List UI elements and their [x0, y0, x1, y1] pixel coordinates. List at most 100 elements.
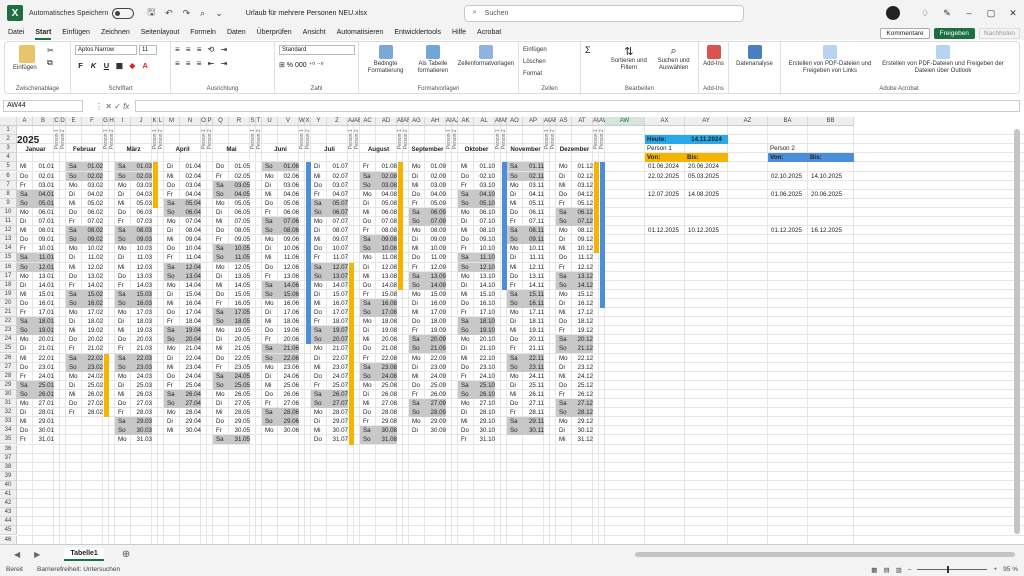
date-cell[interactable]: 16.12: [572, 299, 593, 308]
row-header[interactable]: 13: [0, 235, 17, 245]
day-name-cell[interactable]: Mi: [213, 217, 229, 226]
day-name-cell[interactable]: Fr: [360, 354, 376, 363]
day-name-cell[interactable]: Mi: [164, 299, 180, 308]
row-header[interactable]: 26: [0, 353, 17, 363]
day-name-cell[interactable]: So: [17, 262, 33, 272]
day-name-cell[interactable]: Do: [409, 190, 425, 199]
today-value[interactable]: 14.11.2024: [685, 135, 728, 145]
date-cell[interactable]: 18.09: [425, 317, 446, 326]
date-cell[interactable]: 15.08: [376, 290, 397, 299]
date-cell[interactable]: 13.02: [82, 272, 103, 281]
day-name-cell[interactable]: Mo: [311, 408, 327, 417]
von-value[interactable]: [645, 199, 689, 208]
date-cell[interactable]: 27.08: [376, 399, 397, 408]
font-name-select[interactable]: Aptos Narrow: [75, 45, 137, 55]
day-name-cell[interactable]: Mo: [556, 290, 572, 299]
date-cell[interactable]: 05.12: [572, 199, 593, 208]
tab-hilfe[interactable]: Hilfe: [452, 27, 466, 40]
day-name-cell[interactable]: So: [115, 235, 131, 245]
date-cell[interactable]: 02.08: [376, 171, 397, 181]
von-value[interactable]: 02.10.2025: [768, 172, 812, 181]
day-name-cell[interactable]: Mi: [360, 399, 376, 408]
date-cell[interactable]: 11.08: [376, 253, 397, 262]
day-name-cell[interactable]: Mo: [556, 354, 572, 363]
day-name-cell[interactable]: Mo: [115, 308, 131, 317]
day-name-cell[interactable]: Mi: [409, 181, 425, 190]
date-cell[interactable]: 12.12: [572, 263, 593, 272]
date-cell[interactable]: 06.12: [572, 207, 593, 217]
date-cell[interactable]: 02.05: [229, 172, 250, 181]
row-header[interactable]: 44: [0, 517, 17, 527]
day-name-cell[interactable]: Do: [213, 290, 229, 299]
delete-cells-button[interactable]: Löschen: [523, 59, 576, 66]
close-icon[interactable]: ✕: [1002, 8, 1024, 19]
day-name-cell[interactable]: Do: [17, 363, 33, 372]
day-name-cell[interactable]: Fr: [360, 417, 376, 426]
date-cell[interactable]: 27.06: [278, 399, 299, 408]
day-name-cell[interactable]: Mo: [507, 244, 523, 253]
day-name-cell[interactable]: Sa: [409, 207, 425, 217]
day-name-cell[interactable]: So: [409, 217, 425, 226]
autosave-toggle[interactable]: [112, 7, 135, 19]
row-header[interactable]: 31: [0, 399, 17, 408]
date-cell[interactable]: 18.10: [474, 317, 495, 327]
day-name-cell[interactable]: Mi: [17, 354, 33, 363]
formula-input[interactable]: [135, 100, 1020, 112]
day-name-cell[interactable]: Mi: [409, 244, 425, 253]
day-name-cell[interactable]: Di: [17, 281, 33, 290]
date-cell[interactable]: 20.11: [523, 335, 544, 344]
month-header[interactable]: Januar: [17, 145, 54, 154]
day-name-cell[interactable]: Mi: [213, 408, 229, 417]
date-cell[interactable]: 24.09: [425, 372, 446, 381]
date-cell[interactable]: 09.03: [131, 235, 152, 245]
month-header[interactable]: Dezember: [556, 145, 593, 154]
date-cell[interactable]: 19.12: [572, 326, 593, 335]
date-cell[interactable]: 18.02: [82, 317, 103, 326]
date-cell[interactable]: 18.01: [33, 317, 54, 327]
date-cell[interactable]: 31.08: [376, 435, 397, 445]
day-name-cell[interactable]: Sa: [66, 226, 82, 236]
save-icon[interactable]: 🖫: [147, 5, 155, 21]
column-header[interactable]: AH: [425, 117, 446, 126]
date-cell[interactable]: 23.06: [278, 363, 299, 372]
date-cell[interactable]: 23.09: [425, 363, 446, 372]
tab-einfügen[interactable]: Einfügen: [62, 27, 90, 40]
zoom-slider[interactable]: [917, 566, 988, 573]
day-name-cell[interactable]: Mi: [164, 235, 180, 244]
column-header[interactable]: V: [278, 117, 299, 126]
day-name-cell[interactable]: Do: [164, 308, 180, 317]
date-cell[interactable]: 12.05: [229, 263, 250, 272]
day-name-cell[interactable]: So: [213, 380, 229, 390]
date-cell[interactable]: 17.04: [180, 308, 201, 317]
column-header[interactable]: BA: [768, 117, 808, 126]
date-cell[interactable]: 08.04: [180, 226, 201, 235]
day-name-cell[interactable]: Di: [507, 190, 523, 199]
day-name-cell[interactable]: Do: [556, 381, 572, 390]
date-cell[interactable]: 05.01: [33, 198, 54, 208]
date-cell[interactable]: 16.06: [278, 299, 299, 308]
bold-icon[interactable]: F: [75, 61, 86, 70]
day-name-cell[interactable]: Do: [311, 308, 327, 317]
day-name-cell[interactable]: Mo: [115, 435, 131, 444]
day-name-cell[interactable]: Di: [409, 299, 425, 308]
row-header[interactable]: 14: [0, 244, 17, 254]
day-name-cell[interactable]: Sa: [311, 198, 327, 208]
day-name-cell[interactable]: Sa: [360, 426, 376, 436]
date-cell[interactable]: 22.04: [180, 354, 201, 363]
day-name-cell[interactable]: Di: [115, 317, 131, 326]
date-cell[interactable]: 22.09: [425, 354, 446, 363]
date-cell[interactable]: 19.06: [278, 326, 299, 335]
day-name-cell[interactable]: Do: [115, 399, 131, 408]
date-cell[interactable]: 11.04: [180, 253, 201, 262]
addins-button[interactable]: Add-Ins: [703, 61, 724, 68]
pdf-outlook-button[interactable]: Erstellen von PDF-Dateien und Freigeben …: [881, 45, 1005, 90]
column-header[interactable]: AG: [409, 117, 425, 126]
row-header[interactable]: 43: [0, 508, 17, 518]
date-cell[interactable]: 20.02: [82, 335, 103, 344]
date-cell[interactable]: 01.04: [180, 162, 201, 171]
column-header[interactable]: AS: [556, 117, 572, 126]
date-cell[interactable]: 05.11: [523, 199, 544, 208]
date-cell[interactable]: 26.03: [131, 390, 152, 399]
date-cell[interactable]: 20.06: [278, 335, 299, 344]
day-name-cell[interactable]: Sa: [66, 162, 82, 172]
